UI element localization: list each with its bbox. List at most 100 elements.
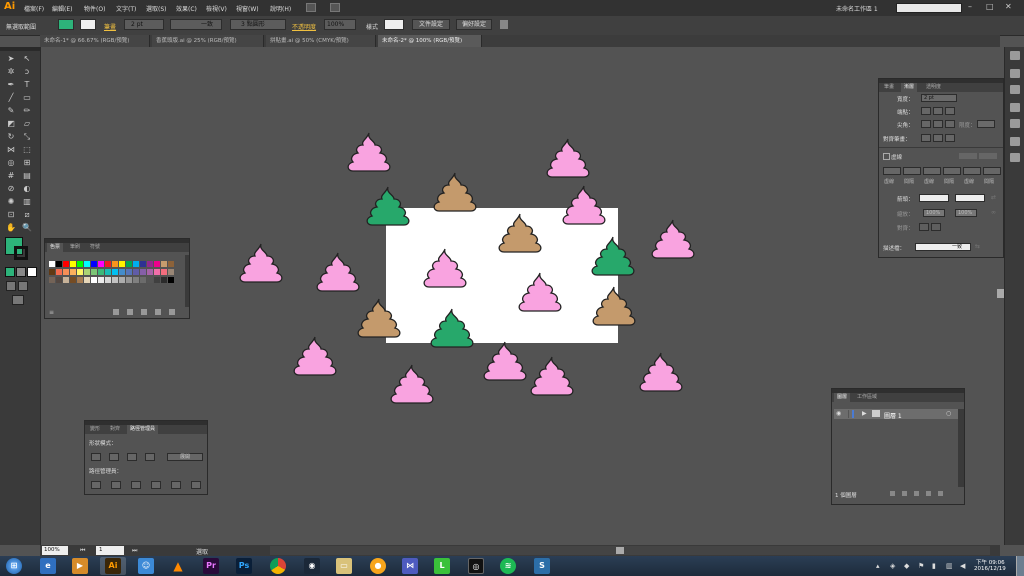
steam-icon[interactable]: ◉	[304, 558, 320, 574]
round-join-icon[interactable]	[933, 120, 943, 128]
app-dark-icon[interactable]: ◎	[468, 558, 484, 574]
photoshop-icon[interactable]: Ps	[236, 558, 252, 574]
new-layer-icon[interactable]	[926, 491, 931, 496]
color-swatch[interactable]	[126, 261, 132, 267]
link-scale-icon[interactable]: ∞	[991, 209, 996, 216]
menu-file[interactable]: 檔案(F)	[24, 4, 44, 13]
none-mode-icon[interactable]	[27, 267, 37, 277]
poop-shape[interactable]	[355, 297, 403, 339]
gap-field-3[interactable]	[983, 167, 1001, 175]
trim-icon[interactable]	[111, 481, 121, 489]
menu-type[interactable]: 文字(T)	[116, 4, 136, 13]
rectangle-tool-icon[interactable]: ▭	[21, 92, 33, 103]
zoom-dropdown[interactable]: 100%	[42, 546, 68, 555]
slice-tool-icon[interactable]: ⧄	[21, 209, 33, 220]
unite-icon[interactable]	[91, 453, 101, 461]
stroke-swatch[interactable]	[14, 246, 28, 260]
maximize-icon[interactable]: □	[986, 2, 994, 11]
tray-volume-icon[interactable]: ◀	[960, 562, 965, 570]
poop-shape[interactable]	[481, 340, 529, 382]
column-graph-tool-icon[interactable]: ▥	[21, 196, 33, 207]
horizontal-scroll-thumb[interactable]	[616, 547, 624, 554]
poop-shape[interactable]	[388, 363, 436, 405]
align-center-icon[interactable]	[921, 134, 931, 142]
new-swatch-icon[interactable]	[155, 309, 161, 315]
poop-shape[interactable]	[237, 242, 285, 284]
graphic-style-picker[interactable]	[384, 19, 404, 30]
color-swatch[interactable]	[140, 277, 146, 283]
color-swatch[interactable]	[154, 277, 160, 283]
dash-field-3[interactable]	[963, 167, 981, 175]
color-swatch[interactable]	[140, 261, 146, 267]
dash-align-icon[interactable]	[979, 153, 997, 159]
tab-align[interactable]: 對齊	[107, 425, 123, 434]
color-swatch[interactable]	[105, 277, 111, 283]
rotate-tool-icon[interactable]: ↻	[5, 131, 17, 142]
arrange-documents-icon[interactable]	[330, 3, 340, 12]
new-color-group-icon[interactable]	[141, 309, 147, 315]
line-icon[interactable]: L	[434, 558, 450, 574]
projecting-cap-icon[interactable]	[945, 107, 955, 115]
weight-field[interactable]: 2 pt	[921, 94, 957, 102]
miter-join-icon[interactable]	[921, 120, 931, 128]
poop-shape[interactable]	[590, 285, 638, 327]
stroke-profile-dropdown[interactable]: 一致	[170, 19, 222, 30]
visibility-eye-icon[interactable]: ◉	[836, 410, 841, 417]
color-swatch[interactable]	[63, 269, 69, 275]
color-swatch[interactable]	[91, 277, 97, 283]
menu-edit[interactable]: 編輯(E)	[52, 4, 72, 13]
paintbrush-tool-icon[interactable]: ✎	[5, 105, 17, 116]
tab-gradient[interactable]: 漸層	[901, 83, 918, 92]
help-search-input[interactable]	[896, 3, 962, 13]
app-blue-icon[interactable]: S	[534, 558, 550, 574]
workspace-title[interactable]: 未命名工作區 1	[836, 4, 878, 13]
color-swatch[interactable]	[84, 261, 90, 267]
links-panel-icon[interactable]	[1010, 153, 1020, 162]
dash-field-1[interactable]	[883, 167, 901, 175]
arrow-end-dropdown[interactable]	[955, 194, 985, 202]
color-swatch[interactable]	[119, 261, 125, 267]
minimize-icon[interactable]: –	[968, 2, 972, 11]
blob-brush-tool-icon[interactable]: ◩	[5, 118, 17, 129]
color-swatch[interactable]	[105, 261, 111, 267]
page-field[interactable]: 1	[96, 546, 124, 555]
bevel-join-icon[interactable]	[945, 120, 955, 128]
stroke-weight-field[interactable]: 2 pt	[124, 19, 164, 30]
doc-tab[interactable]: 未命名-1* @ 66.67% (RGB/預覽)	[40, 35, 150, 47]
tray-flag-icon[interactable]: ⚑	[918, 562, 924, 570]
mesh-tool-icon[interactable]: #	[5, 170, 17, 181]
layer-name[interactable]: 圖層 1	[884, 411, 902, 420]
swap-arrows-icon[interactable]: ⇄	[991, 194, 996, 201]
color-swatch[interactable]	[112, 269, 118, 275]
color-swatch[interactable]	[147, 261, 153, 267]
color-swatch[interactable]	[49, 261, 55, 267]
layers-scrollbar[interactable]	[958, 409, 964, 487]
color-swatch[interactable]	[98, 261, 104, 267]
color-swatch[interactable]	[63, 261, 69, 267]
divide-icon[interactable]	[91, 481, 101, 489]
pencil-tool-icon[interactable]: ✏	[21, 105, 33, 116]
menu-view[interactable]: 檢視(V)	[206, 4, 227, 13]
poop-shape[interactable]	[345, 131, 393, 173]
color-panel-icon[interactable]	[1010, 51, 1020, 60]
color-swatch[interactable]	[161, 277, 167, 283]
color-swatch[interactable]	[70, 277, 76, 283]
doc-tab-active[interactable]: 未命名-2* @ 100% (RGB/預覽)	[378, 35, 482, 47]
brushes-panel-icon[interactable]	[1010, 85, 1020, 94]
expand-button[interactable]: 展開	[167, 453, 203, 461]
color-swatch[interactable]	[49, 277, 55, 283]
poop-shape[interactable]	[528, 355, 576, 397]
tray-battery-icon[interactable]: ▮	[932, 562, 936, 570]
align-inside-icon[interactable]	[933, 134, 943, 142]
eyedropper-tool-icon[interactable]: ⊘	[5, 183, 17, 194]
start-button[interactable]: ⊞	[6, 558, 22, 574]
poop-shape[interactable]	[431, 171, 479, 213]
tray-network-icon[interactable]: ▥	[946, 562, 953, 570]
show-desktop-button[interactable]	[1016, 556, 1024, 576]
color-swatch[interactable]	[154, 269, 160, 275]
dashed-checkbox[interactable]	[883, 153, 890, 160]
color-swatch[interactable]	[154, 261, 160, 267]
color-swatch[interactable]	[56, 261, 62, 267]
hand-tool-icon[interactable]: ✋	[5, 222, 17, 233]
tray-app-icon[interactable]: ◆	[904, 562, 909, 570]
